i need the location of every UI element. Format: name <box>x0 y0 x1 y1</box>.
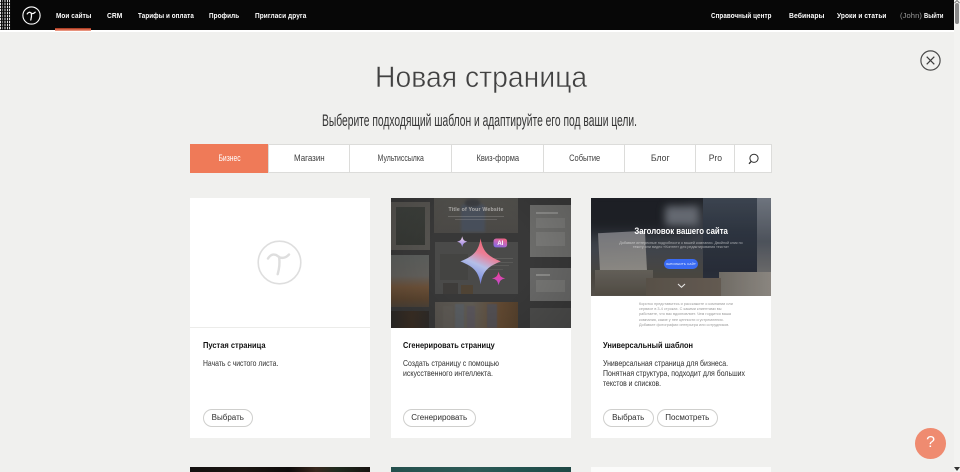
svg-text:AI: AI <box>497 240 503 247</box>
